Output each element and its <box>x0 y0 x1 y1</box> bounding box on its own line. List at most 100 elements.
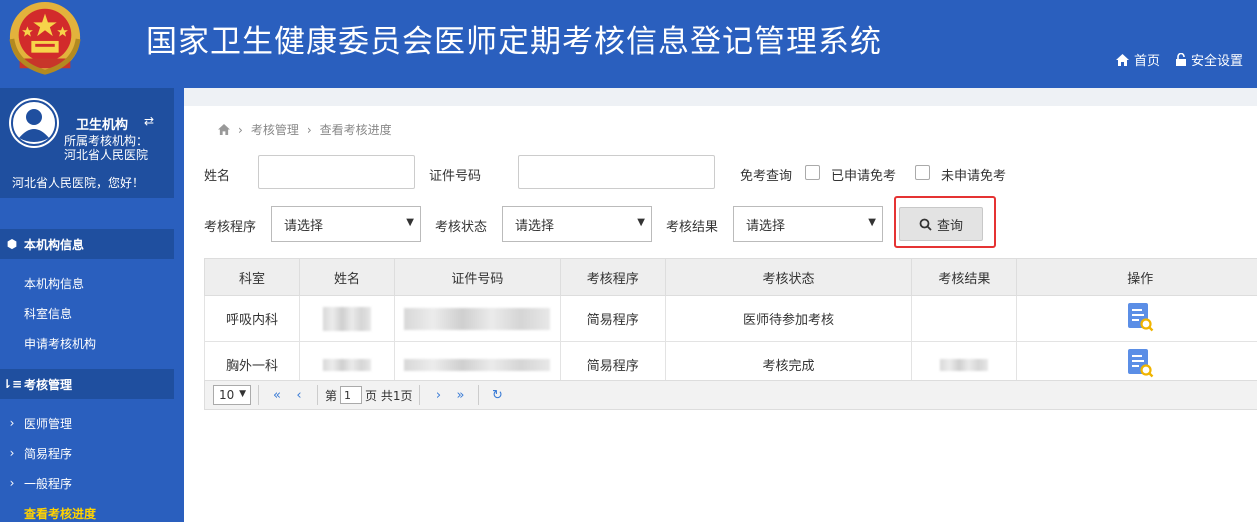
dept-cell: 呼吸内科 <box>205 296 300 342</box>
chevron-right-icon: › <box>238 123 243 137</box>
divider <box>258 385 259 405</box>
name-input[interactable] <box>258 155 415 189</box>
not-applied-exempt-checkbox[interactable] <box>915 165 930 180</box>
results-table: 科室 姓名 证件号码 考核程序 考核状态 考核结果 操作 呼吸内科 简易程序 医… <box>204 258 1257 388</box>
home-icon[interactable] <box>218 124 230 135</box>
caret-down-icon: ▼ <box>239 389 246 399</box>
sidebar: 卫生机构 ⇄ 所属考核机构： 河北省人民医院 河北省人民医院，您好！ ⬢ 本机构… <box>0 88 184 522</box>
search-button[interactable]: 查询 <box>899 207 983 241</box>
sidebar-item-label: 查看考核进度 <box>24 505 96 522</box>
avatar <box>9 98 59 148</box>
sidebar-item-departments[interactable]: 科室信息 <box>0 298 184 328</box>
redacted-id-number <box>404 359 550 371</box>
sidebar-item-physicians[interactable]: ›医师管理 <box>0 408 184 438</box>
column-header: 操作 <box>1017 259 1257 296</box>
page-number-input[interactable]: 1 <box>340 386 362 404</box>
result-select[interactable]: 请选择 ▼ <box>733 206 883 242</box>
procedure-cell: 简易程序 <box>560 296 665 342</box>
sidebar-item-general-procedure[interactable]: ›一般程序 <box>0 468 184 498</box>
chevron-right-icon: › <box>0 476 24 490</box>
status-select-value: 请选择 <box>515 215 554 234</box>
chevron-right-icon: › <box>307 123 312 137</box>
last-page-icon[interactable]: » <box>449 388 471 403</box>
redacted-name <box>323 307 371 331</box>
org-info: 所属考核机构： 河北省人民医院 <box>64 134 148 162</box>
result-label: 考核结果 <box>666 216 718 235</box>
result-cell <box>912 296 1017 342</box>
security-settings-link[interactable]: 安全设置 <box>1176 50 1243 69</box>
applied-exempt-label: 已申请免考 <box>831 165 896 184</box>
procedure-select[interactable]: 请选择 ▼ <box>271 206 421 242</box>
main-content: › 考核管理 › 查看考核进度 姓名 证件号码 免考查询 已申请免考 未申请免考… <box>184 88 1257 522</box>
top-strip <box>184 88 1257 106</box>
redacted-id-number <box>404 308 550 330</box>
chevron-right-icon: › <box>0 416 24 430</box>
caret-down-icon: ▼ <box>868 217 876 228</box>
org-name: 河北省人民医院 <box>64 148 148 162</box>
sidebar-item-label: 简易程序 <box>24 445 72 462</box>
view-document-icon[interactable] <box>1126 348 1154 378</box>
redacted-name <box>323 359 371 371</box>
sidebar-item-org-info[interactable]: 本机构信息 <box>0 268 184 298</box>
page-size-value: 10 <box>219 388 234 402</box>
action-cell <box>1017 296 1257 342</box>
procedure-select-value: 请选择 <box>284 215 323 234</box>
sidebar-item-progress[interactable]: 查看考核进度 <box>0 498 184 528</box>
name-cell <box>299 296 394 342</box>
search-icon <box>919 218 932 231</box>
applied-exempt-checkbox[interactable] <box>805 165 820 180</box>
name-label: 姓名 <box>204 165 230 184</box>
app-header: 国家卫生健康委员会医师定期考核信息登记管理系统 首页 安全设置 <box>0 0 1257 88</box>
sidebar-item-label: 本机构信息 <box>24 275 84 292</box>
search-button-label: 查询 <box>937 215 963 234</box>
chevron-right-icon: › <box>0 446 24 460</box>
switch-account-icon[interactable]: ⇄ <box>144 114 154 128</box>
caret-down-icon: ▼ <box>637 217 645 228</box>
first-page-icon[interactable]: « <box>266 388 288 403</box>
greeting: 河北省人民医院，您好！ <box>12 174 144 191</box>
sidebar-item-simple-procedure[interactable]: ›简易程序 <box>0 438 184 468</box>
redacted-result <box>940 359 988 371</box>
status-label: 考核状态 <box>435 216 487 235</box>
divider <box>419 385 420 405</box>
divider <box>317 385 318 405</box>
prev-page-icon[interactable]: ‹ <box>288 388 310 403</box>
sort-icon: ⇂≡ <box>0 377 24 391</box>
top-links: 首页 安全设置 <box>1116 50 1243 69</box>
page-number-value: 1 <box>344 389 351 402</box>
breadcrumb-item: 查看考核进度 <box>320 121 392 138</box>
user-name: 卫生机构 <box>76 114 128 133</box>
page-size-select[interactable]: 10 ▼ <box>213 385 251 405</box>
nav-section-assessment[interactable]: ⇂≡ 考核管理 <box>0 369 174 399</box>
user-panel: 卫生机构 ⇄ 所属考核机构： 河北省人民医院 河北省人民医院，您好！ <box>0 88 174 198</box>
sidebar-item-label: 申请考核机构 <box>24 335 96 352</box>
user-avatar-icon <box>9 98 59 148</box>
home-icon <box>1116 54 1129 66</box>
column-header: 考核状态 <box>665 259 912 296</box>
sidebar-item-label: 一般程序 <box>24 475 72 492</box>
procedure-label: 考核程序 <box>204 216 256 235</box>
status-select[interactable]: 请选择 ▼ <box>502 206 652 242</box>
table-header-row: 科室 姓名 证件号码 考核程序 考核状态 考核结果 操作 <box>205 259 1257 296</box>
home-link[interactable]: 首页 <box>1116 50 1160 69</box>
next-page-icon[interactable]: › <box>427 388 449 403</box>
table-row: 呼吸内科 简易程序 医师待参加考核 <box>205 296 1257 342</box>
nav-section-label: 本机构信息 <box>24 236 84 253</box>
id-number-input[interactable] <box>518 155 715 189</box>
security-label: 安全设置 <box>1191 50 1243 69</box>
pagination-bar: 10 ▼ « ‹ 第 1 页 共1页 › » ↻ <box>204 380 1257 410</box>
page-total: 页 共1页 <box>365 387 412 404</box>
nav-section-label: 考核管理 <box>24 376 72 393</box>
exempt-query-label: 免考查询 <box>740 165 792 184</box>
nav-section-org-info[interactable]: ⬢ 本机构信息 <box>0 229 174 259</box>
breadcrumb-item[interactable]: 考核管理 <box>251 121 299 138</box>
refresh-icon[interactable]: ↻ <box>486 388 508 403</box>
status-cell: 医师待参加考核 <box>665 296 912 342</box>
column-header: 科室 <box>205 259 300 296</box>
view-document-icon[interactable] <box>1126 302 1154 332</box>
org-label: 所属考核机构： <box>64 134 148 148</box>
lock-icon <box>1176 53 1186 66</box>
sidebar-item-apply-assessment-org[interactable]: 申请考核机构 <box>0 328 184 358</box>
sidebar-item-label: 医师管理 <box>24 415 72 432</box>
column-header: 考核结果 <box>912 259 1017 296</box>
